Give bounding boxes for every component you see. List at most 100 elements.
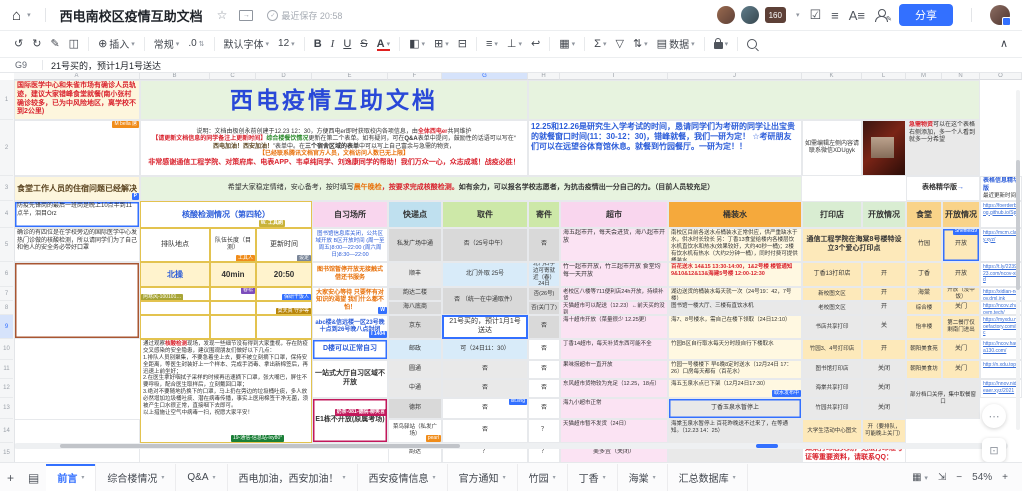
cell-r10c6[interactable]: 邮政 [388, 339, 442, 360]
row-header-6[interactable]: 6 [0, 262, 13, 287]
row-header-10[interactable]: 10 [0, 339, 13, 360]
sum-button[interactable]: Σ ▾ [594, 38, 606, 50]
photo-cell[interactable] [862, 120, 906, 176]
col-header-G[interactable]: G [442, 72, 528, 80]
cell-r12c8[interactable]: 否 [528, 379, 560, 398]
feedback-button[interactable]: ⊡ [982, 438, 1006, 462]
collaborator-count-badge[interactable]: 160 [765, 7, 786, 23]
cell-r7c7[interactable]: 否 （统一在中通取件） [442, 287, 528, 315]
cell-r14c7[interactable]: 否 [442, 419, 528, 443]
row-header-1[interactable]: 1 [0, 80, 13, 120]
cell-r6c14[interactable]: 开放 [942, 262, 980, 287]
font-size-select[interactable]: 12 ▾ [278, 38, 295, 49]
sheet-tab-前言[interactable]: 前言▾ [46, 464, 96, 491]
sheet-tab-汇总数据库[interactable]: 汇总数据库▾ [668, 464, 748, 491]
cell-r6c5[interactable]: 图书馆暂停开放无接触式借还书服务 [312, 262, 388, 287]
cell-r5c3[interactable]: 队伍长度（目测）工具人 [210, 228, 256, 262]
cell-r5c1[interactable]: 确诊的有四位是在学校旁边的国际医学中心发热门诊做的核酸检测，所以请同学们为了自己… [14, 228, 140, 262]
home-caret-icon[interactable]: ▾ [27, 11, 31, 19]
cell-r6c11[interactable]: 丁香13打印店 [802, 262, 862, 287]
cell-r12c6[interactable]: 中通 [388, 379, 442, 398]
cell-r6c8[interactable]: 北门右手边可寄就近（春）24日 [528, 262, 560, 287]
cell-r8c12[interactable]: 开 [862, 301, 906, 315]
sort-button[interactable]: ⇅ ▾ [633, 37, 648, 50]
cell-r9c14[interactable]: 第二餐厅仅剩南门进出 [942, 315, 980, 339]
font-select[interactable]: 默认字体 ▾ [224, 36, 270, 51]
cell-r9c4[interactable] [256, 315, 312, 339]
cell-r13c5[interactable]: E1栋不开放(原属考场)奶茶-081-德院-柳笑言 [312, 398, 388, 443]
cell-r7c2[interactable]: 阿寒风-100101… [140, 287, 210, 301]
strikethrough-button[interactable]: S [360, 38, 367, 50]
cell-r9c6[interactable]: 京东 [388, 315, 442, 339]
cell-r11c6[interactable]: 圆通 [388, 360, 442, 379]
bold-button[interactable]: B [314, 38, 322, 50]
cell-r4c2[interactable]: 核酸检测情况（第四轮）W. 工具刷 [140, 201, 312, 228]
cell-r5c13[interactable]: 竹园 [906, 228, 942, 262]
cell-r5c8[interactable]: 否 [528, 228, 560, 262]
cell-r6c6[interactable]: 顺丰 [388, 262, 442, 287]
cell-r1c1[interactable]: 国际医学中心和朱雀市场有确诊人员轨迹，建议大家错峰食堂就餐(南小张村确诊较多，已… [14, 80, 140, 120]
sheet-tab-丁香[interactable]: 丁香▾ [568, 464, 618, 491]
cell-r12c7[interactable]: 否 [442, 379, 528, 398]
cell-r14c12[interactable]: 开（要排队，可能晚上关门） [862, 419, 906, 443]
cell-r11c5[interactable]: 一站式大厅自习区域不开放 [312, 360, 388, 398]
grid-view-icon[interactable]: ▦ ▾ [912, 472, 928, 483]
collapse-toolbar-button[interactable]: ∧ [1000, 37, 1022, 50]
insert-button[interactable]: ⊕ 插入 ▾ [98, 36, 135, 51]
cell-r3c1[interactable]: 食堂工作人员的住宿问题已经解决P [14, 176, 140, 201]
column-headers[interactable]: ABCDEFGHIJKLMNO [14, 72, 1022, 80]
number-format-button[interactable]: 常规 ▾ [154, 36, 180, 51]
cell-r14c8[interactable]: ？ [528, 419, 560, 443]
cell-r13c8[interactable]: 否 [528, 398, 560, 419]
formula-input[interactable]: 21号买的，预计1月1号送达 [43, 59, 161, 72]
zoom-out-button[interactable]: − [956, 472, 962, 483]
cell-r6c10[interactable]: 百花送水 14&15 13:30-14:00，1&2号楼 楼管通知 9&10&1… [668, 262, 802, 287]
insert-chart-button[interactable]: ▦ ▾ [559, 37, 575, 50]
cell-r6c1[interactable] [14, 262, 140, 339]
cell-r9c2[interactable] [140, 315, 210, 339]
cell-r1c8[interactable] [528, 80, 980, 120]
cell-r4c11[interactable]: 打印店 [802, 201, 862, 228]
cell-r10c8[interactable]: 否 [528, 339, 560, 360]
zoom-in-button[interactable]: + [1002, 472, 1008, 483]
cell-r14c11[interactable]: 大学生活动中心图文 [802, 419, 862, 443]
cell-r7c9[interactable]: 老校区八楼等711便利店24h开放，持续补货 [560, 287, 668, 301]
format-painter-button[interactable]: ✎ [50, 37, 59, 50]
cell-r14c10[interactable]: 海棠玉泉水暂停上 百花昨晚送不过来了，在等通知。（12.23 14：25） [668, 419, 802, 462]
fullscreen-icon[interactable]: ⇲ [938, 472, 946, 483]
hscroll-thumb[interactable] [60, 444, 460, 448]
cell-r6c2[interactable]: 北操 [140, 262, 210, 287]
cell-r6c9[interactable]: 竹一超市开放，竹三超市开放 食堂均每一天开放 [560, 262, 668, 287]
cell-r4c12[interactable]: 开放情况 [862, 201, 906, 228]
cell-r9c5[interactable]: abc楼&信远楼一区23号晚十点到26号晚八点封闭I 1404 [312, 315, 388, 339]
cell-r5c5[interactable]: 图书馆信息库关闭，公共区域开放 B区开放时间 (周一至周五)8:00—22:00… [312, 228, 388, 262]
data-button[interactable]: ▤ 数据 ▾ [657, 36, 695, 51]
cell-r7c10[interactable]: 湖边送货的桶装水每天就一次（24号19：42，7号楼） [668, 287, 802, 301]
cell-r10c11[interactable]: 竹园3、4号打印店 [802, 339, 862, 360]
cell-r10c12[interactable]: 开 [862, 339, 906, 360]
fill-color-button[interactable]: ◧ ▾ [409, 37, 425, 50]
share-button[interactable]: 分享 [899, 4, 953, 26]
cell-r2c2[interactable]: 说明：文档由极创永前创建于12.23 12：30，方便西电er即时获取校内各项信… [140, 120, 528, 176]
cell-r5c7[interactable]: 否（25号中午） [442, 228, 528, 262]
cell-r14c1[interactable] [14, 419, 140, 462]
star-icon[interactable]: ☆ [217, 8, 228, 22]
cell-r9c10[interactable]: 海7、8号楼水，需自己在楼下领取（24日12:10） [668, 315, 802, 339]
col-header-I[interactable]: I [560, 72, 668, 80]
horizontal-scrollbar[interactable] [14, 443, 1008, 449]
undo-button[interactable]: ↺ [14, 37, 23, 50]
cell-r7c6[interactable]: 韵达二楼 [388, 287, 442, 301]
cell-r11c9[interactable]: 果味捞超市一直开放 [560, 360, 668, 379]
cell-r4c9[interactable]: 超市 [560, 201, 668, 228]
cell-r8c10[interactable]: 图书馆一楼大厅、三楼有直饮水机 [668, 301, 802, 315]
cell-r7c11[interactable]: 新校图文区 [802, 287, 862, 301]
cell-r4c14[interactable]: 开放情况 [942, 201, 980, 228]
cell-r7c8[interactable]: 否(26号) [528, 287, 560, 301]
cell-r12c9[interactable]: 东风超市货物较为充足（12.25，18点） [560, 379, 668, 398]
cell-r14c6[interactable]: 菜鸟驿站（私发广场）pearl [388, 419, 442, 443]
cell-r5c10[interactable]: 南校区目前各送水点桶装水正常供应，供严重缺水于水，供水时长较长 另：丁香13食堂… [668, 228, 802, 262]
sheet-tab-海棠[interactable]: 海棠▾ [618, 464, 668, 491]
menu-icon[interactable]: ≡ [831, 8, 839, 23]
edit-permission-icon[interactable]: ✎ [875, 9, 889, 22]
cell-r5c11[interactable]: 通信工程学院在海棠8号楼特设立3个爱心打印点 [802, 228, 906, 262]
